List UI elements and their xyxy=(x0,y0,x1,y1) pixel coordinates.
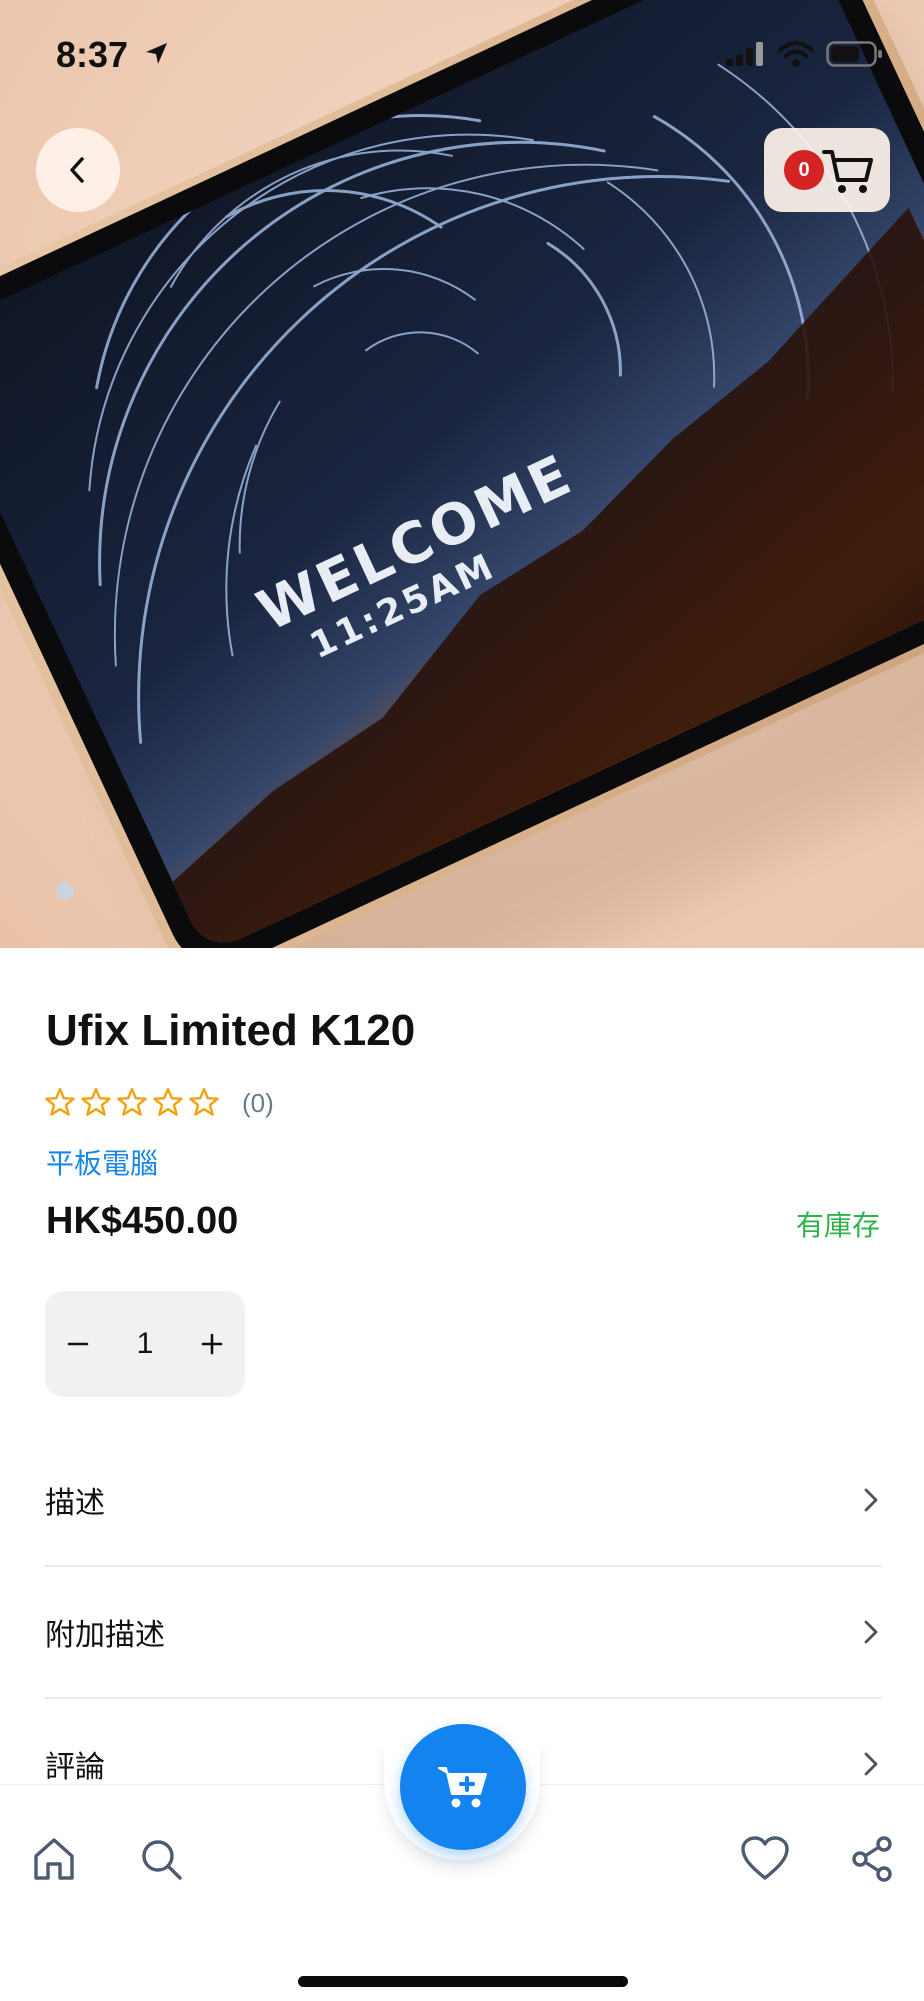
section-label: 描述 xyxy=(45,1487,105,1520)
increase-quantity-button[interactable] xyxy=(179,1291,245,1397)
section-label: 附加描述 xyxy=(45,1619,165,1652)
star-icon xyxy=(153,1087,183,1116)
signal-icon xyxy=(726,42,763,66)
add-to-cart-button[interactable] xyxy=(400,1724,526,1850)
stock-status: 有庫存 xyxy=(795,1210,880,1241)
home-indicator xyxy=(298,1976,628,1987)
star-icon xyxy=(45,1087,75,1116)
plus-icon xyxy=(201,1333,223,1355)
minus-icon xyxy=(67,1342,89,1346)
cart-icon xyxy=(822,150,873,193)
product-rating[interactable]: (0) xyxy=(44,1086,274,1120)
heart-icon[interactable] xyxy=(740,1836,790,1882)
chevron-right-icon xyxy=(864,1620,878,1644)
status-time-text: 8:37 xyxy=(56,34,129,75)
section-additional-info[interactable]: 附加描述 xyxy=(45,1567,881,1697)
quantity-value[interactable]: 1 xyxy=(137,1327,154,1361)
section-description[interactable]: 描述 xyxy=(45,1435,881,1565)
cart-count-badge: 0 xyxy=(784,150,824,190)
category-link[interactable]: 平板電腦 xyxy=(46,1142,158,1182)
back-button[interactable] xyxy=(36,128,120,212)
star-icon xyxy=(117,1087,147,1116)
chevron-right-icon xyxy=(864,1488,878,1512)
home-icon[interactable] xyxy=(32,1836,76,1882)
rating-count: (0) xyxy=(242,1087,274,1118)
add-to-cart-icon xyxy=(438,1767,487,1808)
status-time: 8:37 xyxy=(56,34,172,76)
cart-button[interactable]: 0 xyxy=(764,128,890,212)
chevron-right-icon xyxy=(864,1752,878,1776)
search-icon[interactable] xyxy=(138,1836,184,1882)
product-title: Ufix Limited K120 xyxy=(46,1006,416,1055)
share-icon[interactable] xyxy=(850,1836,894,1882)
status-icons xyxy=(724,40,884,68)
location-arrow-icon xyxy=(146,43,168,64)
chevron-left-icon xyxy=(70,157,84,183)
carousel-dot[interactable] xyxy=(56,882,74,900)
product-price: HK$450.00 xyxy=(46,1200,239,1242)
section-label: 評論 xyxy=(45,1751,105,1784)
decrease-quantity-button[interactable] xyxy=(45,1291,111,1397)
star-rating-icons xyxy=(45,1087,219,1116)
star-icon xyxy=(81,1087,111,1116)
quantity-stepper: 1 xyxy=(45,1291,245,1397)
star-icon xyxy=(189,1087,219,1116)
wifi-icon xyxy=(778,41,814,67)
battery-icon xyxy=(826,41,882,67)
